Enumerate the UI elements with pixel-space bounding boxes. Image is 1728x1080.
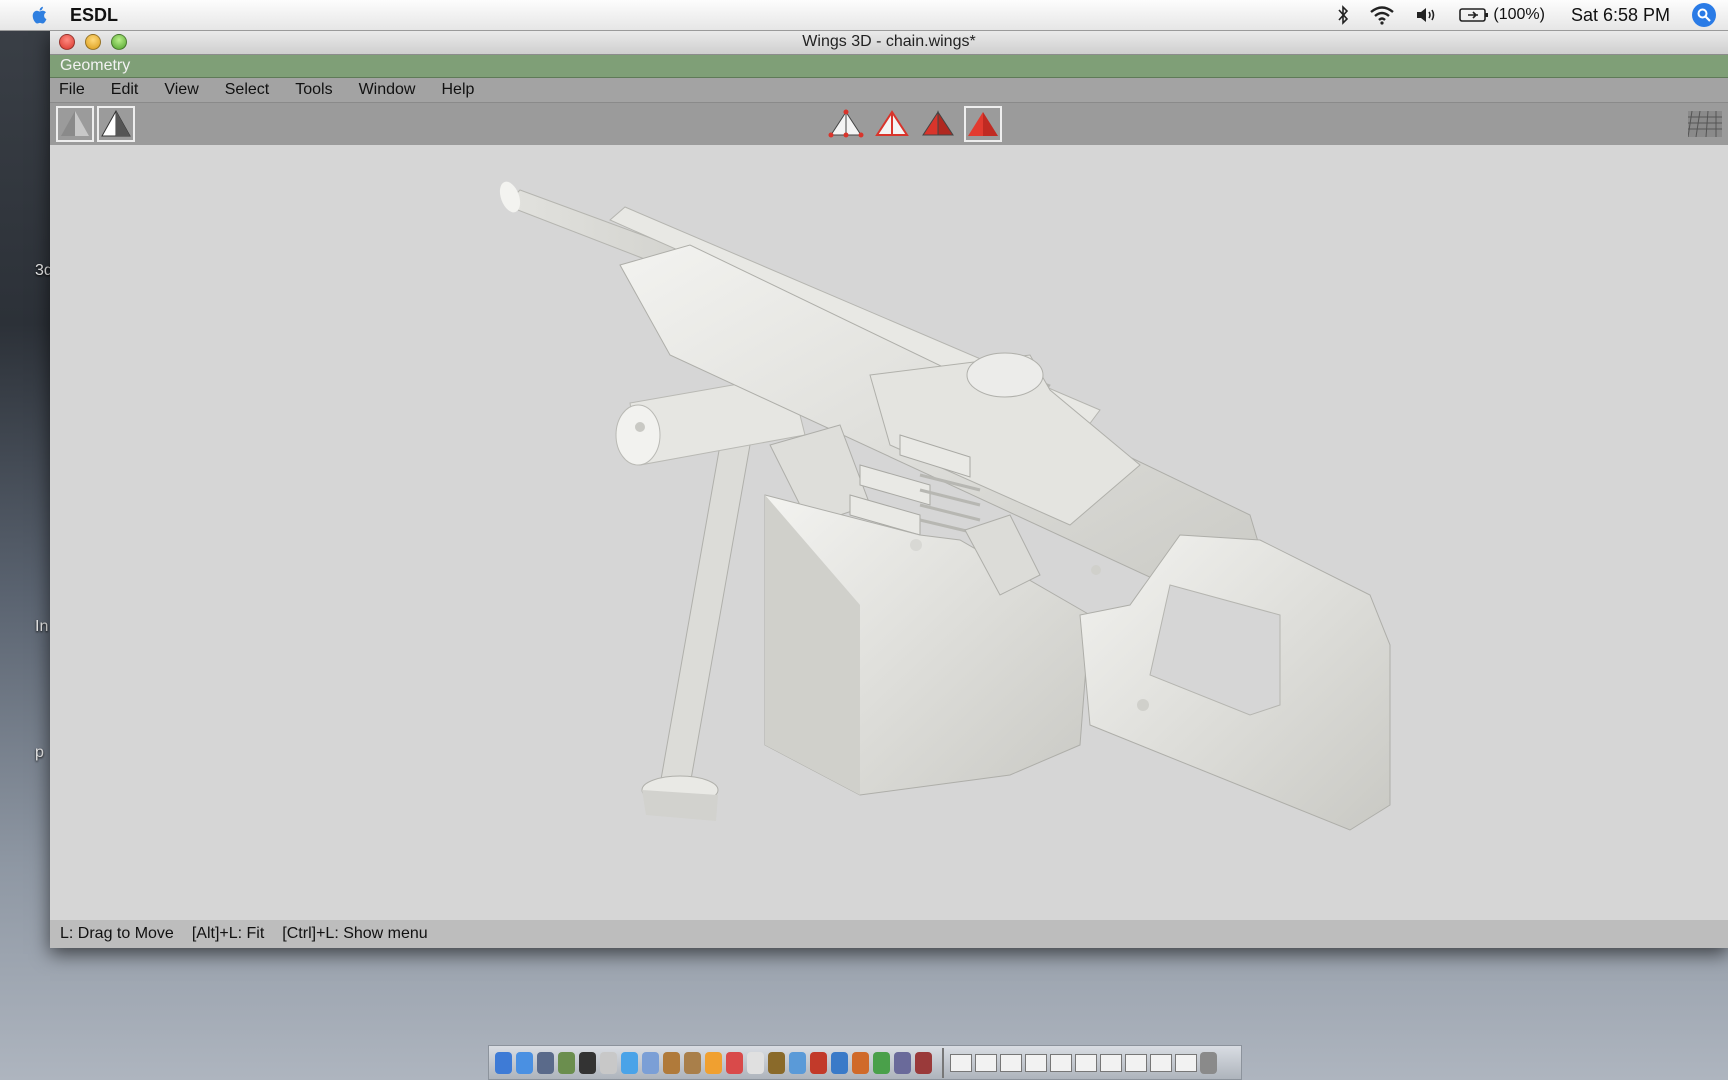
desktop-icon-label[interactable]: In <box>35 618 48 636</box>
minimized-window[interactable] <box>1025 1053 1047 1072</box>
3d-viewport[interactable] <box>50 145 1728 920</box>
app-icon[interactable] <box>915 1051 932 1074</box>
menu-view[interactable]: View <box>164 81 198 99</box>
vertex-select-button[interactable] <box>827 106 865 142</box>
window-titlebar[interactable]: Wings 3D - chain.wings* <box>50 30 1728 55</box>
app-icon[interactable] <box>663 1051 680 1074</box>
spotlight-icon[interactable] <box>1692 3 1716 27</box>
grid-view-icon[interactable] <box>1688 111 1722 137</box>
wings3d-window: Wings 3D - chain.wings* Geometry File Ed… <box>50 30 1728 948</box>
ichat-icon[interactable] <box>621 1051 638 1074</box>
geometry-title-bar[interactable]: Geometry <box>50 55 1728 78</box>
clock[interactable]: Sat 6:58 PM <box>1571 5 1670 26</box>
minimized-window[interactable] <box>950 1053 972 1072</box>
app-icon[interactable] <box>579 1051 596 1074</box>
minimized-window[interactable] <box>975 1053 997 1072</box>
toolbar <box>50 103 1728 147</box>
app-icon[interactable] <box>894 1051 911 1074</box>
app-icon[interactable] <box>684 1051 701 1074</box>
safari-icon[interactable] <box>516 1051 533 1074</box>
minimized-window[interactable] <box>1100 1053 1122 1072</box>
menu-select[interactable]: Select <box>225 81 269 99</box>
volume-icon[interactable] <box>1415 5 1439 25</box>
menu-file[interactable]: File <box>59 81 85 99</box>
menu-edit[interactable]: Edit <box>111 81 139 99</box>
battery-percent: (100%) <box>1493 6 1545 23</box>
menu-tools[interactable]: Tools <box>295 81 332 99</box>
apple-logo-icon[interactable] <box>26 4 54 26</box>
status-hint-fit: [Alt]+L: Fit <box>191 925 265 942</box>
minimized-window[interactable] <box>1050 1053 1072 1072</box>
menu-help[interactable]: Help <box>441 81 474 99</box>
app-icon[interactable] <box>810 1051 827 1074</box>
battery-icon[interactable]: (100%) <box>1459 6 1545 24</box>
status-bar: L: Drag to Move [Alt]+L: Fit [Ctrl]+L: S… <box>50 920 1728 948</box>
edge-select-icon <box>875 110 909 136</box>
app-menu-bar: File Edit View Select Tools Window Help <box>50 78 1728 103</box>
smooth-shaded-icon <box>61 111 89 136</box>
wireframe-icon <box>101 109 131 137</box>
edge-select-button[interactable] <box>873 106 911 142</box>
app-name[interactable]: ESDL <box>70 5 118 26</box>
app-icon[interactable] <box>852 1051 869 1074</box>
dock <box>488 1045 1242 1080</box>
app-icon[interactable] <box>558 1051 575 1074</box>
minimized-window[interactable] <box>1000 1053 1022 1072</box>
ical-icon[interactable] <box>747 1051 764 1074</box>
face-select-button[interactable] <box>919 106 957 142</box>
minimized-window[interactable] <box>1125 1053 1147 1072</box>
app-icon[interactable] <box>831 1051 848 1074</box>
app-icon[interactable] <box>873 1051 890 1074</box>
body-select-icon <box>968 112 998 136</box>
menubar: ESDL (100%) Sat 6:58 PM <box>0 0 1728 31</box>
desktop-icon-label[interactable]: p <box>35 744 44 762</box>
body-select-button[interactable] <box>964 106 1002 142</box>
minimized-window[interactable] <box>1075 1053 1097 1072</box>
itunes-icon[interactable] <box>642 1051 659 1074</box>
smooth-shaded-button[interactable] <box>56 106 94 142</box>
app-icon[interactable] <box>789 1051 806 1074</box>
status-hint-move: L: Drag to Move <box>60 925 174 942</box>
wifi-icon[interactable] <box>1369 5 1395 25</box>
minimized-window[interactable] <box>1150 1053 1172 1072</box>
app-icon[interactable] <box>726 1051 743 1074</box>
trash-icon[interactable] <box>1200 1051 1217 1074</box>
app-icon[interactable] <box>600 1051 617 1074</box>
minimized-window[interactable] <box>1175 1053 1197 1072</box>
wireframe-button[interactable] <box>97 106 135 142</box>
face-select-icon <box>922 110 954 136</box>
window-title: Wings 3D - chain.wings* <box>802 33 976 50</box>
finder-icon[interactable] <box>495 1051 512 1074</box>
app-icon[interactable] <box>768 1051 785 1074</box>
app-icon[interactable] <box>537 1051 554 1074</box>
status-hint-menu: [Ctrl]+L: Show menu <box>282 925 428 942</box>
chain-gun-model <box>499 181 1391 831</box>
bluetooth-icon[interactable] <box>1337 5 1349 25</box>
vertex-select-icon <box>828 109 864 138</box>
app-icon[interactable] <box>705 1051 722 1074</box>
menu-window[interactable]: Window <box>359 81 416 99</box>
dock-separator <box>942 1047 944 1078</box>
